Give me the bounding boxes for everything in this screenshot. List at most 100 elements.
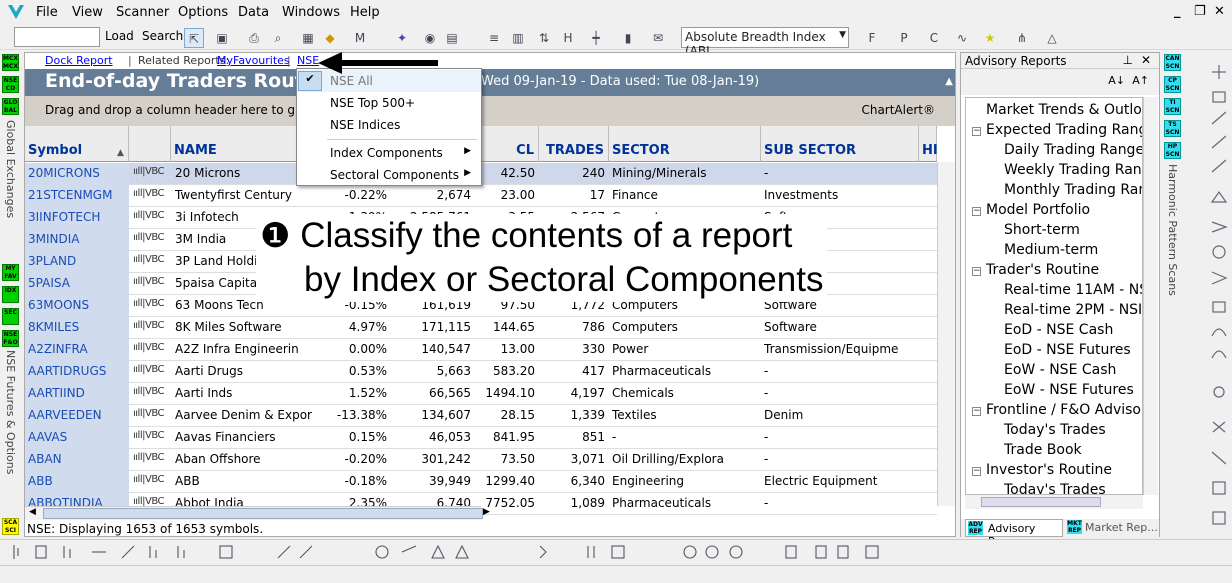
globe-icon[interactable]: ◉ <box>420 28 440 48</box>
tree-collapse-icon[interactable]: − <box>972 467 981 476</box>
advisory-tree-item[interactable]: Weekly Trading Ranc <box>1004 162 1142 178</box>
custom-icon[interactable]: C <box>924 28 944 48</box>
nse-link[interactable]: NSE <box>297 54 319 67</box>
hilo-icon[interactable]: H <box>558 28 578 48</box>
nse-futures-options-label[interactable]: NSE Futures & Options <box>4 350 17 474</box>
table-horizontal-scrollbar[interactable]: ◀ ▶ <box>25 506 490 520</box>
advisory-tree-item[interactable]: Short-term <box>1004 222 1080 238</box>
advisory-tree-item[interactable]: Frontline / F&O Advisor <box>986 402 1142 418</box>
advisory-tree-item[interactable]: Market Trends & Outlo <box>986 102 1142 118</box>
my-favourites-link[interactable]: MyFavourites <box>217 54 290 67</box>
symbol-cell[interactable]: 3MINDIA <box>28 232 128 246</box>
tab-advisory-reports[interactable]: ADV REP Advisory Re... <box>965 519 1063 548</box>
bars-icon[interactable]: ▥ <box>508 28 528 48</box>
symbol-cell[interactable]: ABAN <box>28 452 128 466</box>
col-header-symbol[interactable]: Symbol ▲ <box>25 126 129 162</box>
col-header-trades[interactable]: TRADES <box>539 126 609 162</box>
advisory-tree-item[interactable]: Model Portfolio <box>986 202 1090 218</box>
nse-cd-badge[interactable]: NSE CD <box>2 76 19 93</box>
harmonic-pattern-scans-label[interactable]: Harmonic Pattern Scans <box>1166 164 1179 296</box>
symbol-cell[interactable]: 3IINFOTECH <box>28 210 128 224</box>
chart-vbc-icon[interactable]: ııll|VBC <box>133 342 171 358</box>
chart-vbc-icon[interactable]: ııll|VBC <box>133 364 171 380</box>
table-row[interactable]: A2ZINFRA ııll|VBC A2Z Infra Engineerin 0.00… <box>25 339 937 361</box>
ts-scn-badge[interactable]: TS SCN <box>1164 120 1181 137</box>
my-fav-badge[interactable]: MY FAV <box>2 264 19 281</box>
tab-market-reports[interactable]: MKT REP Market Rep... <box>1065 519 1159 537</box>
symbol-cell[interactable]: A2ZINFRA <box>28 342 128 356</box>
tree-collapse-icon[interactable]: − <box>972 407 981 416</box>
table-row[interactable]: ABB ııll|VBC ABB -0.18% 39,949 1299.40 6,340 En… <box>25 471 937 493</box>
advisory-tree-item[interactable]: Monthly Trading Rar <box>1004 182 1142 198</box>
advisory-tree-item[interactable]: Expected Trading Rang <box>986 122 1142 138</box>
search-button[interactable]: Search <box>142 29 183 43</box>
symbol-cell[interactable]: AARVEEDEN <box>28 408 128 422</box>
chart-tool-icon[interactable]: ▦ <box>298 28 318 48</box>
mcx-badge[interactable]: MCX MCX <box>2 54 19 71</box>
symbol-cell[interactable]: 5PAISA <box>28 276 128 290</box>
menu-options[interactable]: Options <box>178 5 228 20</box>
chart-vbc-icon[interactable]: ııll|VBC <box>133 188 171 204</box>
chart-vbc-icon[interactable]: ııll|VBC <box>133 386 171 402</box>
advisory-tree-item[interactable]: Daily Trading Ranges <box>1004 142 1142 158</box>
hp-scn-badge[interactable]: HP SCN <box>1164 142 1181 159</box>
cp-scn-badge[interactable]: CP SCN <box>1164 76 1181 93</box>
print-icon[interactable]: ⎙ <box>244 28 264 48</box>
global-badge[interactable]: GLO BAL <box>2 98 19 115</box>
col-header-sector[interactable]: SECTOR <box>609 126 761 162</box>
advisory-tree-item[interactable]: EoW - NSE Futures <box>1004 382 1134 398</box>
advisory-tree-item[interactable]: Investor's Routine <box>986 462 1112 478</box>
restore-icon[interactable]: ❐ <box>1194 4 1206 19</box>
tree-collapse-icon[interactable]: − <box>972 207 981 216</box>
table-row[interactable]: AARVEEDEN ııll|VBC Aarvee Denim & Expor -13… <box>25 405 937 427</box>
pin-icon[interactable]: ⊥ <box>1123 53 1133 67</box>
advisory-hscroll-thumb[interactable] <box>981 497 1101 507</box>
symbol-cell[interactable]: 8KMILES <box>28 320 128 334</box>
advisory-vertical-scrollbar[interactable] <box>1143 97 1158 495</box>
ma-icon[interactable]: M <box>350 28 370 48</box>
chart-vbc-icon[interactable]: ııll|VBC <box>133 320 171 336</box>
close-panel-icon[interactable]: ✕ <box>1141 53 1151 67</box>
advisory-tree-item[interactable]: EoW - NSE Cash <box>1004 362 1116 378</box>
scroll-right-icon[interactable]: ▶ <box>483 507 490 517</box>
chart-vbc-icon[interactable]: ııll|VBC <box>133 452 171 468</box>
advisory-tree-item[interactable]: Today's Trades <box>1004 482 1106 494</box>
load-button[interactable]: Load <box>105 29 134 43</box>
advisory-tree-item[interactable]: Real-time 11AM - NS <box>1004 282 1142 298</box>
scroll-left-icon[interactable]: ◀ <box>29 507 36 517</box>
menu-help[interactable]: Help <box>350 5 380 20</box>
chart-vbc-icon[interactable]: ııll|VBC <box>133 254 171 270</box>
symbol-cell[interactable]: AARTIDRUGS <box>28 364 128 378</box>
advisory-tree-item[interactable]: Trader's Routine <box>986 262 1099 278</box>
chart-vbc-icon[interactable]: ııll|VBC <box>133 166 171 182</box>
tree-collapse-icon[interactable]: − <box>972 127 981 136</box>
table-row[interactable]: AARTIIND ııll|VBC Aarti Inds 1.52% 66,565 149… <box>25 383 937 405</box>
menu-data[interactable]: Data <box>238 5 269 20</box>
window-icon[interactable]: ▤ <box>442 28 462 48</box>
align-icon[interactable]: ≡ <box>484 28 504 48</box>
chart-vbc-icon[interactable]: ııll|VBC <box>133 232 171 248</box>
tree-collapse-icon[interactable]: − <box>972 267 981 276</box>
dropdown-item-sectoral-components[interactable]: Sectoral Components ▶ <box>297 164 481 186</box>
dropdown-item-index-components[interactable]: Index Components ▶ <box>297 142 481 164</box>
col-header-close[interactable]: CL <box>475 126 539 162</box>
advisory-tree-item[interactable]: EoD - NSE Futures <box>1004 342 1131 358</box>
symbol-cell[interactable]: 21STCENMGM <box>28 188 128 202</box>
group-by-bar[interactable]: Drag and drop a column header here to gr… <box>25 96 955 126</box>
global-exchanges-label[interactable]: Global Exchanges <box>4 120 17 218</box>
pattern-icon[interactable]: ✦ <box>392 28 412 48</box>
nse-fno-badge[interactable]: NSE F&O <box>2 330 19 347</box>
col-header-high[interactable]: HI <box>919 126 938 162</box>
symbol-cell[interactable]: 20MICRONS <box>28 166 128 180</box>
horizontal-scroll-thumb[interactable] <box>43 508 483 519</box>
print-preview-icon[interactable]: ⌕ <box>268 28 288 48</box>
drawing-tools-icons[interactable] <box>1206 52 1232 537</box>
advisory-tree-item[interactable]: EoD - NSE Cash <box>1004 322 1113 338</box>
table-row[interactable]: 21STCENMGM ııll|VBC Twentyfirst Century -0.… <box>25 185 937 207</box>
menu-file[interactable]: File <box>36 5 58 20</box>
bottom-tool-icons[interactable] <box>0 540 900 564</box>
symbol-cell[interactable]: 63MOONS <box>28 298 128 312</box>
sec-badge[interactable]: SEC <box>2 308 19 325</box>
wave-icon[interactable]: ∿ <box>952 28 972 48</box>
volume-icon[interactable]: ▮ <box>618 28 638 48</box>
